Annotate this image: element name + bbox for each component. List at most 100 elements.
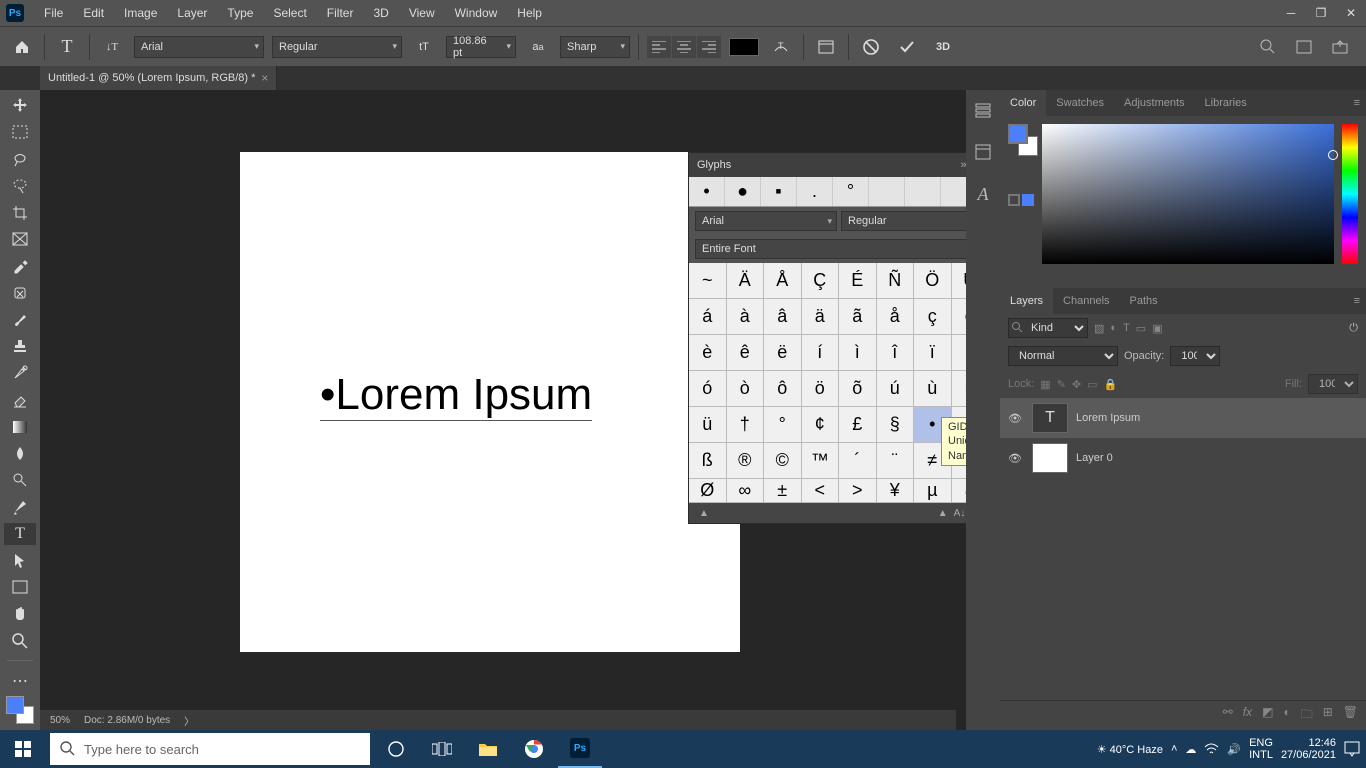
- language-indicator[interactable]: ENGINTL: [1249, 737, 1273, 761]
- recent-glyph[interactable]: ●: [725, 177, 761, 206]
- recent-glyph[interactable]: ▪: [761, 177, 797, 206]
- menu-type[interactable]: Type: [217, 6, 263, 20]
- glyph-cell[interactable]: Ñ: [877, 263, 915, 299]
- filter-adjust-icon[interactable]: ◐: [1110, 322, 1117, 334]
- glyph-cell[interactable]: ç: [914, 299, 952, 335]
- frame-tool[interactable]: [4, 228, 36, 251]
- glyph-cell[interactable]: á: [689, 299, 727, 335]
- glyph-cell[interactable]: ò: [727, 371, 765, 407]
- weather-widget[interactable]: ☀ 40°C Haze: [1097, 743, 1163, 756]
- notifications-icon[interactable]: [1344, 741, 1360, 757]
- glyph-cell[interactable]: ~: [689, 263, 727, 299]
- lock-transparency-icon[interactable]: ▦: [1040, 378, 1050, 391]
- text-color-swatch[interactable]: [729, 38, 759, 56]
- recent-glyph[interactable]: [869, 177, 905, 206]
- volume-icon[interactable]: 🔊: [1227, 743, 1241, 756]
- recent-glyph[interactable]: [905, 177, 941, 206]
- adjustment-layer-icon[interactable]: ◐: [1283, 705, 1290, 726]
- taskbar-search[interactable]: Type here to search: [50, 733, 370, 765]
- lasso-tool[interactable]: [4, 148, 36, 171]
- pen-tool[interactable]: [4, 496, 36, 519]
- close-tab-icon[interactable]: ×: [261, 71, 268, 85]
- glyph-cell[interactable]: Å: [764, 263, 802, 299]
- eraser-tool[interactable]: [4, 389, 36, 412]
- glyph-cell[interactable]: ô: [764, 371, 802, 407]
- glyph-cell[interactable]: ú: [877, 371, 915, 407]
- glyphs-panel[interactable]: Glyphs »≡ • ● ▪ . ° Arial Regular Entire…: [688, 152, 966, 524]
- glyph-cell[interactable]: ñ: [952, 335, 967, 371]
- glyph-cell[interactable]: ´: [839, 443, 877, 479]
- color-swatches[interactable]: [6, 696, 34, 724]
- window-restore[interactable]: ❐: [1306, 0, 1336, 26]
- glyph-cell[interactable]: ö: [802, 371, 840, 407]
- glyph-cell[interactable]: ê: [727, 335, 765, 371]
- glyph-cell[interactable]: é: [952, 299, 967, 335]
- panel-menu-icon[interactable]: ≡: [1348, 295, 1366, 307]
- photoshop-taskbar-icon[interactable]: Ps: [558, 730, 602, 768]
- type-tool[interactable]: T: [4, 523, 36, 546]
- document-canvas[interactable]: •Lorem Ipsum: [240, 152, 740, 652]
- glyph-cell[interactable]: â: [764, 299, 802, 335]
- font-style-select[interactable]: Regular: [272, 36, 402, 58]
- glyph-cell[interactable]: ®: [727, 443, 765, 479]
- stamp-tool[interactable]: [4, 335, 36, 358]
- new-layer-icon[interactable]: ⊞: [1323, 705, 1333, 726]
- glyph-cell[interactable]: ì: [839, 335, 877, 371]
- tool-preset-icon[interactable]: T: [53, 33, 81, 61]
- layer-mask-icon[interactable]: ◩: [1262, 705, 1273, 726]
- lock-artboard-icon[interactable]: ▭: [1087, 378, 1097, 391]
- color-fgbg-swatches[interactable]: [1008, 124, 1034, 174]
- healing-tool[interactable]: [4, 281, 36, 304]
- tab-channels[interactable]: Channels: [1053, 288, 1119, 314]
- onedrive-icon[interactable]: ☁: [1185, 743, 1196, 756]
- layer-item[interactable]: 👁 T Lorem Ipsum: [1000, 398, 1366, 438]
- glyph-cell[interactable]: î: [877, 335, 915, 371]
- glyph-cell[interactable]: í: [802, 335, 840, 371]
- glyph-cell[interactable]: <: [802, 479, 840, 503]
- glyph-cell[interactable]: ó: [689, 371, 727, 407]
- eyedropper-tool[interactable]: [4, 255, 36, 278]
- layer-thumbnail[interactable]: T: [1032, 403, 1068, 433]
- window-close[interactable]: ✕: [1336, 0, 1366, 26]
- menu-3d[interactable]: 3D: [363, 6, 398, 20]
- tab-paths[interactable]: Paths: [1120, 288, 1168, 314]
- glyph-cell[interactable]: ∞: [727, 479, 765, 503]
- cancel-icon[interactable]: [857, 33, 885, 61]
- menu-file[interactable]: File: [34, 6, 73, 20]
- glyphs-style-select[interactable]: Regular: [841, 211, 966, 231]
- wifi-icon[interactable]: [1204, 743, 1219, 755]
- 3d-button[interactable]: 3D: [929, 33, 957, 61]
- search-icon[interactable]: [1254, 33, 1282, 61]
- glyph-cell[interactable]: ¨: [877, 443, 915, 479]
- hue-slider[interactable]: [1342, 124, 1358, 264]
- document-tab[interactable]: Untitled-1 @ 50% (Lorem Ipsum, RGB/8) * …: [40, 66, 277, 90]
- recent-glyph[interactable]: °: [833, 177, 869, 206]
- start-button[interactable]: [0, 730, 46, 768]
- glyph-cell[interactable]: Ä: [727, 263, 765, 299]
- opacity-input[interactable]: 100%: [1170, 346, 1220, 366]
- blur-tool[interactable]: [4, 442, 36, 465]
- glyph-cell[interactable]: ¥: [877, 479, 915, 503]
- menu-select[interactable]: Select: [263, 6, 316, 20]
- window-minimize[interactable]: ─: [1276, 0, 1306, 26]
- glyphs-font-select[interactable]: Arial: [695, 211, 837, 231]
- glyph-cell[interactable]: Ç: [802, 263, 840, 299]
- glyph-cell[interactable]: ß: [689, 443, 727, 479]
- glyph-zoom-out[interactable]: A↓: [954, 508, 966, 519]
- tab-swatches[interactable]: Swatches: [1046, 90, 1114, 116]
- visibility-icon[interactable]: 👁: [1008, 412, 1024, 425]
- align-left-button[interactable]: [647, 36, 671, 58]
- recent-glyph[interactable]: .: [797, 177, 833, 206]
- clock[interactable]: 12:4627/06/2021: [1281, 737, 1336, 761]
- history-brush-tool[interactable]: [4, 362, 36, 385]
- move-tool[interactable]: [4, 94, 36, 117]
- tab-libraries[interactable]: Libraries: [1195, 90, 1257, 116]
- recent-glyph[interactable]: •: [689, 177, 725, 206]
- explorer-icon[interactable]: [466, 730, 510, 768]
- cortana-icon[interactable]: [374, 730, 418, 768]
- antialiasing-select[interactable]: Sharp: [560, 36, 630, 58]
- glyph-cell[interactable]: °: [764, 407, 802, 443]
- gradient-tool[interactable]: [4, 415, 36, 438]
- layer-group-icon[interactable]: 🗀: [1301, 705, 1313, 726]
- warp-text-icon[interactable]: T: [767, 33, 795, 61]
